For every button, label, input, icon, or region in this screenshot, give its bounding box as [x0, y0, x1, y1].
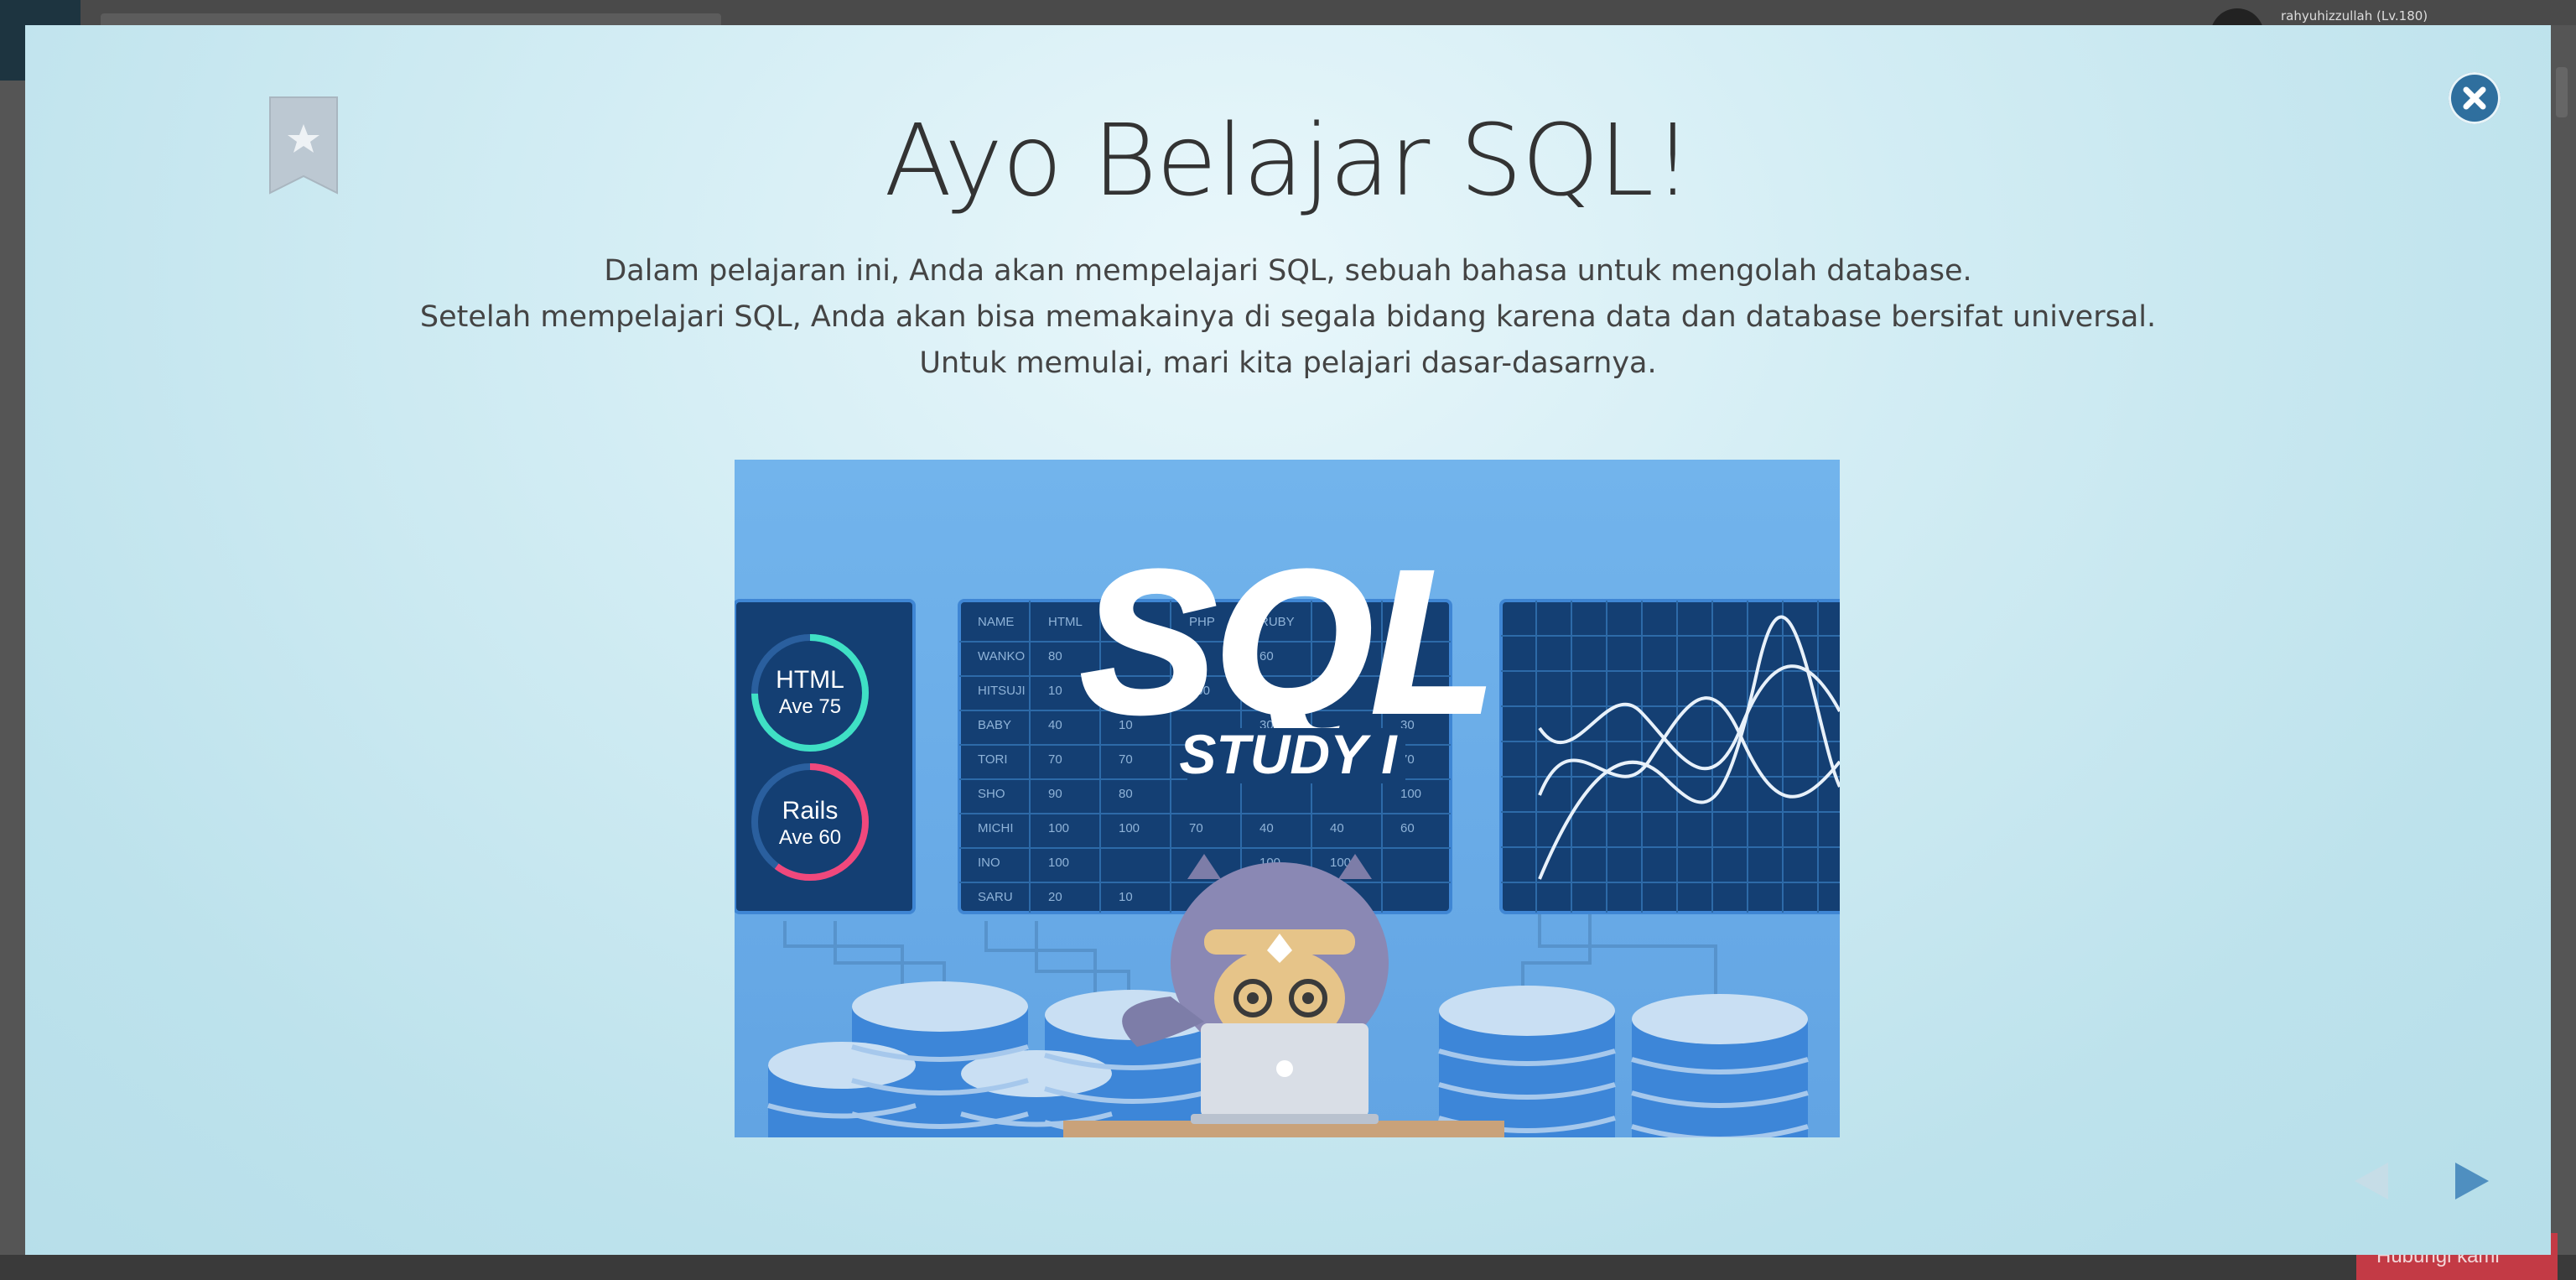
description-line-2: Setelah mempelajari SQL, Anda akan bisa …	[419, 300, 2157, 334]
gauge-panel	[735, 599, 916, 914]
table-cell: 10	[1119, 890, 1133, 904]
table-cell: SARU	[978, 890, 1013, 904]
table-cell: 100	[1400, 787, 1421, 801]
sql-logo-text: SQL	[1081, 529, 1494, 754]
next-slide-button[interactable]	[2449, 1156, 2496, 1206]
table-cell: 40	[1330, 821, 1344, 835]
table-header-cell: HTML	[1048, 615, 1083, 629]
line-chart-panel	[1499, 599, 1840, 914]
table-cell: 80	[1119, 787, 1133, 801]
table-cell: 20	[1048, 890, 1062, 904]
table-cell: 40	[1259, 821, 1274, 835]
table-cell: WANKO	[978, 649, 1025, 663]
table-header-cell: NAME	[978, 615, 1014, 629]
description-line-3: Untuk memulai, mari kita pelajari dasar-…	[919, 346, 1657, 380]
table-cell: MICHI	[978, 821, 1014, 835]
triangle-right-icon	[2455, 1163, 2489, 1199]
table-cell: 90	[1048, 787, 1062, 801]
table-cell: 40	[1048, 718, 1062, 732]
table-cell: HITSUJI	[978, 684, 1026, 698]
background-footer	[0, 1255, 2576, 1280]
html-gauge-label: HTML	[776, 666, 844, 694]
table-cell: TORI	[978, 752, 1008, 767]
table-cell: 100	[1048, 821, 1069, 835]
table-cell: 80	[1048, 649, 1062, 663]
table-cell: 100	[1119, 821, 1140, 835]
description-line-1: Dalam pelajaran ini, Anda akan mempelaja…	[604, 254, 1972, 288]
lesson-intro-modal: Ayo Belajar SQL! Dalam pelajaran ini, An…	[25, 25, 2551, 1255]
sql-study-illustration: HTML Ave 75 Rails Ave 60 NAME HTML PHP RUBY…	[735, 460, 1840, 1137]
table-cell: 10	[1048, 684, 1062, 698]
page-scrollbar[interactable]	[2556, 67, 2568, 117]
table-cell: SHO	[978, 787, 1005, 801]
table-cell: 70	[1119, 752, 1133, 767]
triangle-left-icon	[2355, 1163, 2388, 1199]
table-cell: INO	[978, 856, 1000, 870]
table-cell: 70	[1048, 752, 1062, 767]
rails-gauge-label: Rails	[782, 797, 839, 825]
previous-slide-button[interactable]	[2348, 1156, 2395, 1206]
modal-title: Ayo Belajar SQL!	[884, 102, 1692, 218]
rails-gauge-sub: Ave 60	[779, 826, 841, 849]
table-cell: BABY	[978, 718, 1011, 732]
html-gauge-sub: Ave 75	[779, 695, 841, 718]
lesson-illustration: HTML Ave 75 Rails Ave 60 NAME HTML PHP RUBY…	[735, 460, 1840, 1137]
table-cell: 100	[1048, 856, 1069, 870]
laptop	[1191, 1023, 1379, 1124]
table-cell: 60	[1400, 821, 1415, 835]
user-name: rahyuhizzullah (Lv.180)	[2281, 8, 2428, 23]
study-subtitle: STUDY I	[1179, 723, 1398, 785]
table-cell: 70	[1189, 821, 1203, 835]
modal-description: Dalam pelajaran ini, Anda akan mempelaja…	[25, 248, 2551, 387]
